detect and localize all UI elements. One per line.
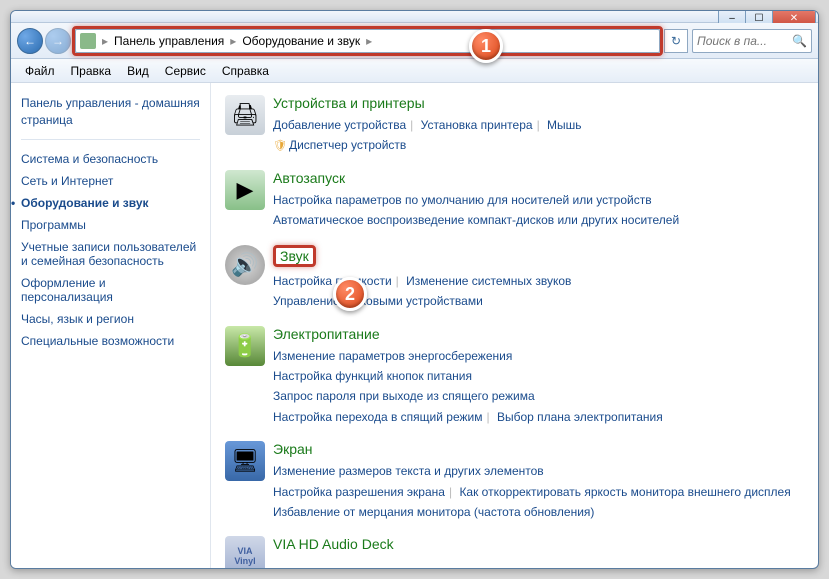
menu-edit[interactable]: Правка — [63, 62, 120, 80]
link-device-manager[interactable]: Диспетчер устройств — [289, 138, 406, 152]
breadcrumb-hardware-sound[interactable]: Оборудование и звук — [238, 34, 364, 48]
menu-view[interactable]: Вид — [119, 62, 157, 80]
section-devices: 🖨 Устройства и принтеры Добавление устро… — [225, 95, 804, 156]
breadcrumb-separator: ▸ — [228, 34, 238, 48]
link-add-device[interactable]: Добавление устройства — [273, 118, 406, 132]
devices-title[interactable]: Устройства и принтеры — [273, 95, 425, 111]
link-install-printer[interactable]: Установка принтера — [421, 118, 533, 132]
search-box[interactable]: 🔍 — [692, 29, 812, 53]
control-panel-window: – ☐ ✕ ← → ▸ Панель управления ▸ Оборудов… — [10, 10, 819, 569]
autoplay-title[interactable]: Автозапуск — [273, 170, 345, 186]
content-area: Панель управления - домашняя страница Си… — [11, 83, 818, 568]
devices-icon: 🖨 — [225, 95, 265, 135]
section-via: VIAVinyl VIA HD Audio Deck — [225, 536, 804, 568]
sidebar-item-network[interactable]: Сеть и Интернет — [21, 170, 200, 192]
sidebar-item-system[interactable]: Система и безопасность — [21, 148, 200, 170]
menu-tools[interactable]: Сервис — [157, 62, 214, 80]
power-icon: 🔋 — [225, 326, 265, 366]
forward-button[interactable]: → — [45, 28, 71, 54]
sidebar-item-appearance[interactable]: Оформление и персонализация — [21, 272, 200, 308]
sidebar-item-programs[interactable]: Программы — [21, 214, 200, 236]
link-power-plan[interactable]: Выбор плана электропитания — [497, 410, 663, 424]
link-text-size[interactable]: Изменение размеров текста и других элеме… — [273, 464, 544, 478]
address-bar[interactable]: ▸ Панель управления ▸ Оборудование и зву… — [75, 29, 660, 53]
main-panel: 🖨 Устройства и принтеры Добавление устро… — [211, 83, 818, 568]
sidebar-item-clock[interactable]: Часы, язык и регион — [21, 308, 200, 330]
sidebar: Панель управления - домашняя страница Си… — [11, 83, 211, 568]
menu-bar: Файл Правка Вид Сервис Справка — [11, 59, 818, 83]
section-sound: 🔊 Звук Настройка громкости| Изменение си… — [225, 245, 804, 312]
breadcrumb-control-panel[interactable]: Панель управления — [110, 34, 228, 48]
menu-help[interactable]: Справка — [214, 62, 277, 80]
link-energy[interactable]: Изменение параметров энергосбережения — [273, 349, 512, 363]
back-button[interactable]: ← — [17, 28, 43, 54]
autoplay-links: Настройка параметров по умолчанию для но… — [273, 190, 804, 231]
devices-links: Добавление устройства| Установка принтер… — [273, 115, 804, 156]
link-power-buttons[interactable]: Настройка функций кнопок питания — [273, 369, 472, 383]
speaker-icon: 🔊 — [225, 245, 265, 285]
autoplay-icon: ▶ — [225, 170, 265, 210]
link-brightness[interactable]: Как откорректировать яркость монитора вн… — [459, 485, 790, 499]
link-default-media[interactable]: Настройка параметров по умолчанию для но… — [273, 193, 652, 207]
link-auto-cd[interactable]: Автоматическое воспроизведение компакт-д… — [273, 213, 679, 227]
sidebar-item-access[interactable]: Специальные возможности — [21, 330, 200, 352]
divider — [21, 139, 200, 140]
breadcrumb-separator: ▸ — [100, 34, 110, 48]
search-icon: 🔍 — [792, 34, 807, 48]
link-sound-devices[interactable]: Управление звуковыми устройствами — [273, 294, 483, 308]
display-links: Изменение размеров текста и других элеме… — [273, 461, 804, 522]
link-system-sounds[interactable]: Изменение системных звуков — [406, 274, 571, 288]
link-password-wake[interactable]: Запрос пароля при выходе из спящего режи… — [273, 389, 535, 403]
power-links: Изменение параметров энергосбережения На… — [273, 346, 804, 428]
nav-arrows: ← → — [17, 28, 71, 54]
link-sleep[interactable]: Настройка перехода в спящий режим — [273, 410, 482, 424]
control-panel-icon — [80, 33, 96, 49]
sidebar-home[interactable]: Панель управления - домашняя страница — [21, 95, 200, 129]
link-volume[interactable]: Настройка громкости — [273, 274, 392, 288]
menu-file[interactable]: Файл — [17, 62, 63, 80]
link-flicker[interactable]: Избавление от мерцания монитора (частота… — [273, 505, 594, 519]
titlebar: – ☐ ✕ — [11, 11, 818, 23]
sidebar-item-hardware[interactable]: Оборудование и звук — [21, 192, 200, 214]
breadcrumb-separator: ▸ — [364, 34, 374, 48]
link-resolution[interactable]: Настройка разрешения экрана — [273, 485, 445, 499]
shield-icon: 🛡 — [273, 140, 287, 152]
via-title[interactable]: VIA HD Audio Deck — [273, 536, 394, 552]
callout-2: 2 — [333, 277, 367, 311]
sound-title[interactable]: Звук — [273, 245, 316, 267]
callout-1: 1 — [469, 29, 503, 63]
via-icon: VIAVinyl — [225, 536, 265, 568]
section-display: 🖥 Экран Изменение размеров текста и друг… — [225, 441, 804, 522]
section-power: 🔋 Электропитание Изменение параметров эн… — [225, 326, 804, 428]
navigation-bar: ← → ▸ Панель управления ▸ Оборудование и… — [11, 23, 818, 59]
refresh-button[interactable]: ↻ — [664, 29, 688, 53]
display-icon: 🖥 — [225, 441, 265, 481]
link-mouse[interactable]: Мышь — [547, 118, 582, 132]
search-input[interactable] — [697, 34, 777, 48]
power-title[interactable]: Электропитание — [273, 326, 380, 342]
section-autoplay: ▶ Автозапуск Настройка параметров по умо… — [225, 170, 804, 231]
display-title[interactable]: Экран — [273, 441, 313, 457]
sidebar-item-accounts[interactable]: Учетные записи пользователей и семейная … — [21, 236, 200, 272]
